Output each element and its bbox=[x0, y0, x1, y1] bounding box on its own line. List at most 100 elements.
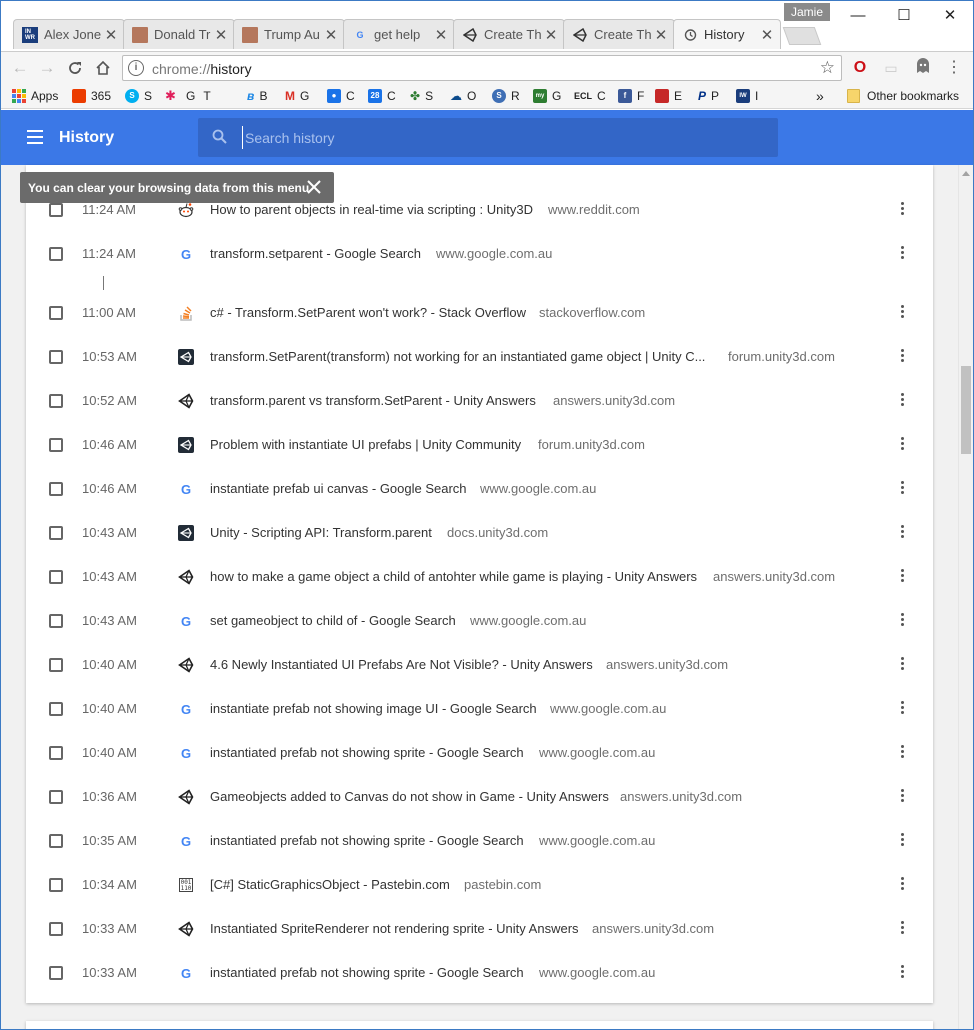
page-link[interactable]: Instantiated SpriteRenderer not renderin… bbox=[210, 921, 579, 936]
reload-icon[interactable] bbox=[63, 56, 87, 80]
tab-history[interactable]: History ✕ bbox=[673, 19, 781, 49]
row-checkbox[interactable] bbox=[49, 834, 63, 848]
row-checkbox[interactable] bbox=[49, 966, 63, 980]
page-link[interactable]: Gameobjects added to Canvas do not show … bbox=[210, 789, 609, 804]
other-bookmarks[interactable]: Other bookmarks bbox=[847, 88, 959, 104]
history-row[interactable]: 10:40 AM Ginstantiate prefab not showing … bbox=[26, 687, 933, 731]
tab-2[interactable]: Trump Au ✕ bbox=[233, 19, 345, 49]
tab-close-icon[interactable]: ✕ bbox=[212, 26, 230, 44]
row-checkbox[interactable] bbox=[49, 350, 63, 364]
page-link[interactable]: instantiate prefab ui canvas - Google Se… bbox=[210, 481, 467, 496]
forward-icon[interactable]: → bbox=[35, 56, 59, 80]
history-row[interactable]: 10:43 AM how to make a game object a chil… bbox=[26, 555, 933, 599]
back-icon[interactable]: ← bbox=[8, 56, 32, 80]
page-link[interactable]: How to parent objects in real-time via s… bbox=[210, 202, 533, 217]
row-checkbox[interactable] bbox=[49, 922, 63, 936]
page-link[interactable]: 4.6 Newly Instantiated UI Prefabs Are No… bbox=[210, 657, 593, 672]
bookmark-calendar[interactable]: 28 C bbox=[368, 88, 396, 104]
tab-3[interactable]: G get help ✕ bbox=[343, 19, 455, 49]
history-row[interactable]: 10:36 AM Gameobjects added to Canvas do n… bbox=[26, 775, 933, 819]
history-row[interactable]: 10:46 AM Ginstantiate prefab ui canvas - … bbox=[26, 467, 933, 511]
bookmark-b[interactable]: ʙ B bbox=[247, 88, 267, 104]
page-link[interactable]: instantiated prefab not showing sprite -… bbox=[210, 965, 524, 980]
history-row[interactable]: 10:33 AM Ginstantiated prefab not showing… bbox=[26, 951, 933, 995]
search-history-input[interactable] bbox=[242, 126, 762, 149]
tab-close-icon[interactable]: ✕ bbox=[102, 26, 120, 44]
more-actions-icon[interactable] bbox=[894, 963, 910, 983]
row-checkbox[interactable] bbox=[49, 746, 63, 760]
row-checkbox[interactable] bbox=[49, 790, 63, 804]
more-actions-icon[interactable] bbox=[894, 831, 910, 851]
history-row[interactable]: 10:40 AM 4.6 Newly Instantiated UI Prefab… bbox=[26, 643, 933, 687]
bookmark-skype[interactable]: S S bbox=[125, 88, 152, 104]
tab-0[interactable]: IN WR Alex Jone ✕ bbox=[13, 19, 125, 49]
tab-close-icon[interactable]: ✕ bbox=[322, 26, 340, 44]
history-row[interactable]: 10:43 AM Unity - Scripting API: Transform… bbox=[26, 511, 933, 555]
tab-1[interactable]: Donald Tr ✕ bbox=[123, 19, 235, 49]
row-checkbox[interactable] bbox=[49, 614, 63, 628]
scroll-up-arrow-icon[interactable] bbox=[962, 171, 970, 176]
maximize-button[interactable]: ☐ bbox=[881, 1, 927, 31]
page-link[interactable]: Unity - Scripting API: Transform.parent bbox=[210, 525, 432, 540]
row-checkbox[interactable] bbox=[49, 878, 63, 892]
row-checkbox[interactable] bbox=[49, 482, 63, 496]
bookmark-slack[interactable]: ✱ bbox=[165, 88, 181, 104]
more-actions-icon[interactable] bbox=[894, 875, 910, 895]
url-text[interactable]: chrome://history bbox=[152, 61, 252, 77]
tab-5[interactable]: Create Th ✕ bbox=[563, 19, 675, 49]
more-actions-icon[interactable] bbox=[894, 919, 910, 939]
more-actions-icon[interactable] bbox=[894, 391, 910, 411]
more-actions-icon[interactable] bbox=[894, 200, 910, 220]
scrollbar[interactable] bbox=[958, 165, 973, 1029]
more-actions-icon[interactable] bbox=[894, 743, 910, 763]
bookmark-paypal[interactable]: P P bbox=[698, 88, 719, 104]
row-checkbox[interactable] bbox=[49, 306, 63, 320]
tab-close-icon[interactable]: ✕ bbox=[652, 26, 670, 44]
page-link[interactable]: transform.parent vs transform.SetParent … bbox=[210, 393, 536, 408]
row-checkbox[interactable] bbox=[49, 394, 63, 408]
site-info-icon[interactable]: i bbox=[128, 60, 144, 76]
history-row[interactable]: 10:35 AM Ginstantiated prefab not showing… bbox=[26, 819, 933, 863]
bookmark-infowars[interactable]: IW I bbox=[736, 88, 758, 104]
bookmark-r[interactable]: S R bbox=[492, 88, 520, 104]
bookmark-facebook[interactable]: f F bbox=[618, 88, 644, 104]
hamburger-menu-icon[interactable] bbox=[27, 130, 45, 144]
more-actions-icon[interactable] bbox=[894, 611, 910, 631]
opera-extension-icon[interactable]: O bbox=[850, 58, 870, 78]
history-row[interactable]: 11:24 AM Gtransform.setparent - Google Se… bbox=[26, 232, 933, 276]
bookmark-onedrive[interactable]: ☁ O bbox=[450, 88, 476, 104]
page-link[interactable]: transform.setparent - Google Search bbox=[210, 246, 421, 261]
bookmark-s[interactable]: ✤ S bbox=[410, 88, 433, 104]
more-actions-icon[interactable] bbox=[894, 567, 910, 587]
row-checkbox[interactable] bbox=[49, 570, 63, 584]
bookmark-mygov[interactable]: my G bbox=[533, 88, 561, 104]
bookmark-gmail[interactable]: M G bbox=[285, 88, 309, 104]
history-row[interactable]: 10:53 AM transform.SetParent(transform) n… bbox=[26, 335, 933, 379]
page-link[interactable]: instantiated prefab not showing sprite -… bbox=[210, 745, 524, 760]
history-row[interactable]: 10:43 AM Gset gameobject to child of - Go… bbox=[26, 599, 933, 643]
row-checkbox[interactable] bbox=[49, 203, 63, 217]
page-link[interactable]: [C#] StaticGraphicsObject - Pastebin.com bbox=[210, 877, 450, 892]
bookmark-contacts[interactable]: ● C bbox=[327, 88, 355, 104]
more-actions-icon[interactable] bbox=[894, 347, 910, 367]
scrollbar-thumb[interactable] bbox=[961, 366, 971, 454]
profile-button[interactable]: Jamie bbox=[784, 3, 830, 21]
tab-4[interactable]: Create Th ✕ bbox=[453, 19, 565, 49]
page-link[interactable]: Problem with instantiate UI prefabs | Un… bbox=[210, 437, 521, 452]
address-bar[interactable]: i chrome://history ☆ bbox=[122, 55, 842, 81]
extension-icon[interactable]: ▭ bbox=[881, 58, 901, 78]
row-checkbox[interactable] bbox=[49, 526, 63, 540]
close-window-button[interactable]: ✕ bbox=[927, 1, 973, 31]
page-link[interactable]: instantiate prefab not showing image UI … bbox=[210, 701, 537, 716]
close-icon[interactable] bbox=[306, 179, 322, 195]
history-row[interactable]: 11:00 AM c# - Transform.SetParent won't w… bbox=[26, 291, 933, 335]
more-actions-icon[interactable] bbox=[894, 479, 910, 499]
more-actions-icon[interactable] bbox=[894, 699, 910, 719]
bookmark-apps[interactable]: Apps bbox=[12, 88, 58, 104]
bookmarks-overflow-button[interactable]: » bbox=[816, 88, 824, 104]
home-icon[interactable] bbox=[91, 56, 115, 80]
bookmark-shop[interactable]: E bbox=[655, 88, 682, 104]
ghostery-icon[interactable] bbox=[913, 58, 933, 78]
page-link[interactable]: how to make a game object a child of ant… bbox=[210, 569, 697, 584]
bookmark-365[interactable]: 365 bbox=[72, 88, 111, 104]
